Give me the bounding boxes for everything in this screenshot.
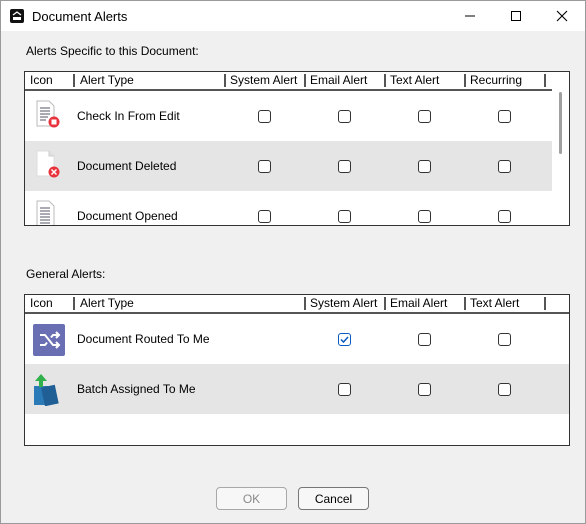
email-alert-checkbox[interactable] [418,333,431,346]
cancel-button[interactable]: Cancel [298,487,369,510]
column-header-text-alert[interactable]: Text Alert [385,72,439,89]
recurring-checkbox[interactable] [498,210,511,223]
specific-alerts-label: Alerts Specific to this Document: [26,44,199,58]
table-row[interactable]: Document Deleted [25,141,552,191]
email-alert-checkbox[interactable] [418,383,431,396]
column-header-system-alert[interactable]: System Alert [225,72,297,89]
email-alert-checkbox[interactable] [338,160,351,173]
column-header-alert-type[interactable]: Alert Type [75,72,134,89]
specific-alerts-grid: Icon Alert Type System Alert Email Alert… [24,71,570,226]
alert-type-label: Document Routed To Me [77,332,210,346]
recurring-checkbox[interactable] [498,110,511,123]
email-alert-checkbox[interactable] [338,210,351,223]
maximize-button[interactable] [493,1,539,31]
general-alerts-grid: Icon Alert Type System Alert Email Alert… [24,294,570,446]
alert-type-label: Batch Assigned To Me [77,382,196,396]
maximize-icon [511,11,521,21]
general-alerts-label: General Alerts: [26,267,106,281]
column-header-alert-type[interactable]: Alert Type [75,295,134,312]
window-title: Document Alerts [32,9,128,24]
column-header-email-alert[interactable]: Email Alert [385,295,447,312]
recurring-checkbox[interactable] [498,160,511,173]
scrollbar-thumb[interactable] [559,92,562,154]
title-bar: Document Alerts [1,1,585,31]
text-alert-checkbox[interactable] [418,160,431,173]
close-button[interactable] [539,1,585,31]
shuffle-route-icon [33,324,65,356]
text-alert-checkbox[interactable] [498,383,511,396]
vertical-scrollbar[interactable] [552,72,569,225]
checkmark-icon [340,336,349,344]
system-alert-checkbox[interactable] [338,333,351,346]
system-alert-checkbox[interactable] [258,110,271,123]
specific-grid-header: Icon Alert Type System Alert Email Alert… [25,72,569,91]
column-header-system-alert[interactable]: System Alert [305,295,377,312]
minimize-icon [465,15,475,17]
table-row[interactable]: Document Opened [25,191,552,225]
minimize-button[interactable] [447,1,493,31]
system-alert-checkbox[interactable] [338,383,351,396]
column-header-text-alert[interactable]: Text Alert [465,295,519,312]
text-alert-checkbox[interactable] [418,110,431,123]
email-alert-checkbox[interactable] [338,110,351,123]
system-alert-checkbox[interactable] [258,210,271,223]
column-header-recurring[interactable]: Recurring [465,72,522,89]
column-header-icon[interactable]: Icon [25,295,53,312]
spc-app-icon [10,9,24,23]
column-header-email-alert[interactable]: Email Alert [305,72,367,89]
close-icon [556,10,568,22]
alert-type-label: Check In From Edit [77,109,180,123]
document-lines-icon [36,200,55,225]
batch-assign-icon [34,374,59,406]
document-alerts-window: Document Alerts Alerts Specific to this … [0,0,586,524]
ok-button[interactable]: OK [216,487,287,510]
column-header-icon[interactable]: Icon [25,72,53,89]
document-deleted-icon [36,150,60,178]
table-row[interactable]: Check In From Edit [25,91,552,141]
text-alert-checkbox[interactable] [418,210,431,223]
document-error-icon [36,100,60,128]
general-grid-header: Icon Alert Type System Alert Email Alert… [25,295,569,314]
alert-type-label: Document Opened [77,209,178,223]
system-alert-checkbox[interactable] [258,160,271,173]
table-row[interactable]: Document Routed To Me [25,314,569,364]
table-row[interactable]: Batch Assigned To Me [25,364,569,414]
alert-type-label: Document Deleted [77,159,177,173]
text-alert-checkbox[interactable] [498,333,511,346]
